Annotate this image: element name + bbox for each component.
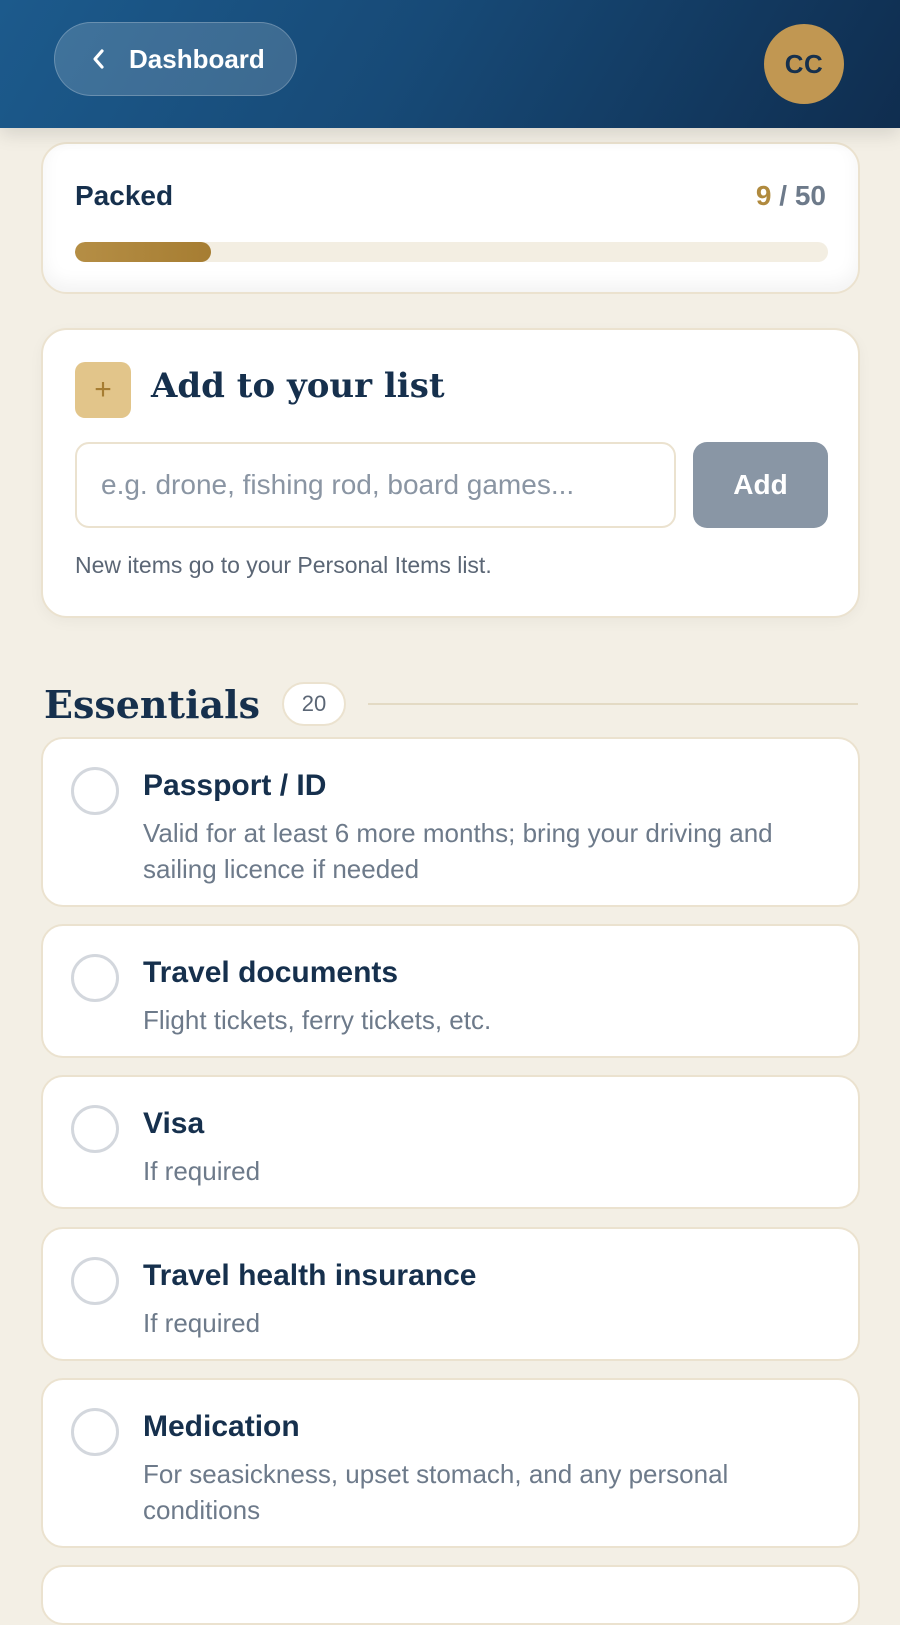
checkbox[interactable] (71, 1105, 119, 1153)
progress-bar (75, 242, 828, 262)
item-title: Medication (143, 1410, 300, 1443)
chevron-left-icon (91, 47, 111, 71)
list-item[interactable]: Travel documents Flight tickets, ferry t… (41, 924, 860, 1058)
list-item[interactable] (41, 1565, 860, 1625)
item-description: Flight tickets, ferry tickets, etc. (143, 1005, 492, 1035)
packed-count: 9 / 50 (756, 180, 826, 212)
section-title: Essentials (44, 681, 260, 727)
packed-separator: / (779, 180, 788, 211)
item-description: Valid for at least 6 more months; bring … (143, 818, 773, 884)
back-button-label: Dashboard (129, 43, 265, 74)
progress-bar-fill (75, 242, 211, 262)
section-count-badge: 20 (282, 682, 346, 726)
item-title: Passport / ID (143, 769, 327, 802)
back-to-dashboard-button[interactable]: Dashboard (54, 22, 297, 96)
list-item[interactable]: Medication For seasickness, upset stomac… (41, 1378, 860, 1548)
section-header-essentials: Essentials 20 (44, 678, 858, 730)
list-item[interactable]: Travel health insurance If required (41, 1227, 860, 1361)
add-item-button[interactable]: Add (693, 442, 828, 528)
item-title: Travel health insurance (143, 1259, 477, 1292)
item-description: For seasickness, upset stomach, and any … (143, 1459, 729, 1525)
item-description: If required (143, 1308, 261, 1338)
packed-number: 9 (755, 180, 772, 211)
add-item-hint: New items go to your Personal Items list… (75, 552, 492, 578)
section-divider (368, 703, 858, 705)
packed-label: Packed (75, 180, 174, 211)
item-title: Visa (143, 1107, 205, 1140)
item-description: If required (143, 1156, 261, 1186)
add-item-card: + Add to your list Add New items go to y… (41, 328, 860, 618)
total-number: 50 (794, 180, 826, 211)
top-header: Dashboard CC (0, 0, 900, 128)
add-item-title: Add to your list (151, 366, 445, 406)
list-item[interactable]: Visa If required (41, 1075, 860, 1209)
add-item-input[interactable] (75, 442, 676, 528)
avatar[interactable]: CC (764, 24, 844, 104)
plus-icon: + (75, 362, 131, 418)
packing-progress-card: Packed 9 / 50 (41, 142, 860, 294)
checkbox[interactable] (71, 954, 119, 1002)
item-title: Travel documents (143, 956, 399, 989)
checkbox[interactable] (71, 1408, 119, 1456)
list-item[interactable]: Passport / ID Valid for at least 6 more … (41, 737, 860, 907)
checkbox[interactable] (71, 1257, 119, 1305)
checkbox[interactable] (71, 767, 119, 815)
